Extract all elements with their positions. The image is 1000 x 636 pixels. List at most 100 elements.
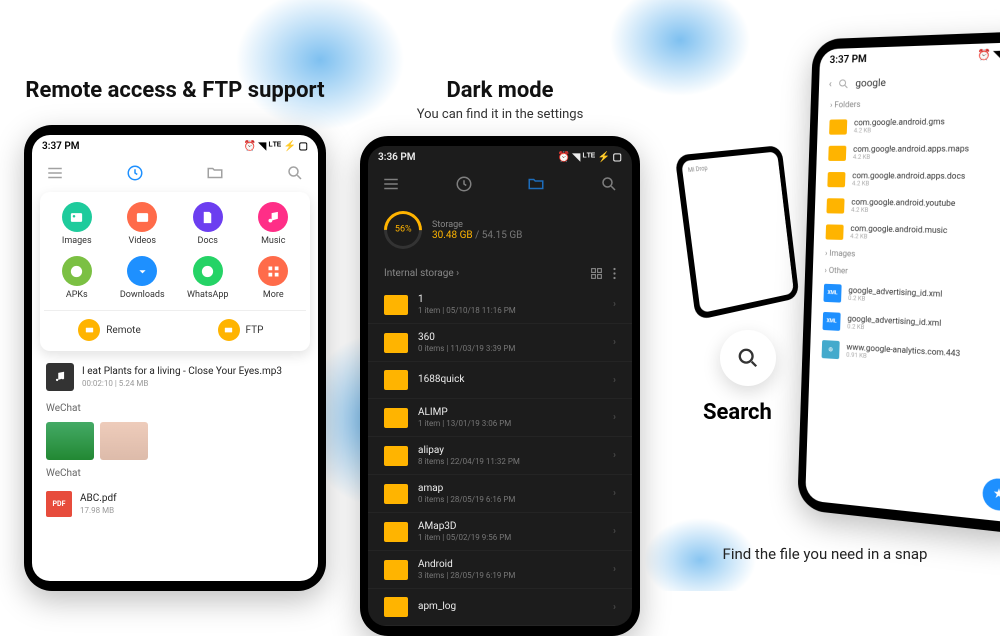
phone-frame-2: 3:36 PM ⏰ ◥ ᴸᵀᴱ ⚡ ▢ 56% Storage 30.48 GB…	[360, 136, 640, 636]
ftp-label: FTP	[246, 325, 264, 336]
folder-meta: 1 item | 05/10/18 11:16 PM	[418, 306, 516, 315]
recent-icon[interactable]	[455, 175, 473, 193]
category-images[interactable]: Images	[44, 202, 110, 246]
breadcrumb-row[interactable]: Internal storage ›	[368, 261, 632, 286]
folder-icon	[828, 145, 846, 160]
folder-row[interactable]: Android3 items | 28/05/19 6:19 PM›	[368, 551, 632, 589]
status-icons: ⏰ ◥ ᴸᵀᴱ ▢	[977, 48, 1000, 61]
chevron-right-icon: ›	[613, 526, 616, 537]
back-icon[interactable]: ‹	[829, 79, 832, 90]
result-row[interactable]: com.google.android.youtube4.2 KB	[820, 192, 1000, 222]
folder-meta: 0 items | 28/05/19 6:16 PM	[418, 495, 515, 504]
result-row[interactable]: com.google.android.apps.docs4.2 KB	[821, 166, 1000, 194]
chevron-right-icon: ›	[613, 450, 616, 461]
video-icon	[127, 202, 157, 232]
chevron-right-icon: ›	[613, 488, 616, 499]
folder-icon	[384, 484, 408, 504]
menu-icon[interactable]	[382, 175, 400, 193]
folder-meta: 1 item | 05/02/19 9:56 PM	[418, 533, 511, 542]
category-label: Music	[261, 236, 285, 246]
category-docs[interactable]: Docs	[175, 202, 241, 246]
folder-row[interactable]: AMap3D1 item | 05/02/19 9:56 PM ›	[368, 513, 632, 551]
menu-icon[interactable]	[46, 164, 64, 182]
status-time: 3:37 PM	[829, 54, 866, 66]
toolbar-dark	[368, 169, 632, 199]
file-name: I eat Plants for a living - Close Your E…	[82, 366, 282, 377]
category-downloads[interactable]: Downloads	[110, 256, 176, 300]
result-row[interactable]: com.google.android.gms4.2 KB	[823, 110, 1000, 139]
section-wechat-b: WeChat	[32, 464, 318, 483]
pdf-row[interactable]: PDF ABC.pdf 17.98 MB	[32, 483, 318, 525]
storage-label: Storage	[432, 220, 522, 230]
more-icon	[258, 256, 288, 286]
chevron-right-icon: ›	[613, 299, 616, 310]
category-label: More	[263, 290, 284, 300]
mini-phone: Mi Drop	[675, 145, 800, 320]
status-time: 3:36 PM	[378, 152, 416, 163]
ftp-button[interactable]: FTP	[175, 319, 306, 341]
search-query[interactable]: google	[855, 77, 886, 89]
clean-fab[interactable]	[982, 477, 1000, 512]
folder-row[interactable]: apm_log›	[368, 589, 632, 626]
folder-icon[interactable]	[206, 164, 224, 182]
folder-name: 1	[418, 294, 516, 305]
folder-icon	[829, 119, 847, 134]
grid-view-icon[interactable]	[590, 267, 603, 280]
folder-name: Android	[418, 559, 515, 570]
music-thumb	[46, 363, 74, 391]
folder-row[interactable]: amap0 items | 28/05/19 6:16 PM›	[368, 475, 632, 513]
status-time: 3:37 PM	[42, 141, 80, 152]
breadcrumb[interactable]: Internal storage ›	[384, 268, 459, 279]
folder-icon	[384, 408, 408, 428]
mini-label: Mi Drop	[688, 158, 774, 174]
more-icon[interactable]	[613, 267, 616, 280]
category-music[interactable]: Music	[241, 202, 307, 246]
image-thumb-2[interactable]	[100, 422, 148, 460]
image-icon	[62, 202, 92, 232]
search-icon[interactable]	[600, 175, 618, 193]
category-label: Images	[62, 236, 92, 246]
folder-icon	[384, 446, 408, 466]
image-thumb-1[interactable]	[46, 422, 94, 460]
category-more[interactable]: More	[241, 256, 307, 300]
search-icon[interactable]	[286, 164, 304, 182]
result-name: com.google.android.apps.maps	[853, 144, 969, 154]
crumb-actions[interactable]	[590, 267, 616, 280]
folder-row[interactable]: ALIMP1 item | 13/01/19 3:06 PM›	[368, 399, 632, 437]
folder-row[interactable]: alipay8 items | 22/04/19 11:32 PM ›	[368, 437, 632, 475]
storage-widget[interactable]: 56% Storage 30.48 GB / 54.15 GB	[368, 199, 632, 261]
panel3-caption: Find the file you need in a snap	[660, 545, 990, 563]
file-meta: 00:02:10 | 5.24 MB	[82, 379, 282, 388]
search-icon	[837, 78, 849, 90]
folder-row[interactable]: 3600 items | 11/03/19 3:39 PM›	[368, 324, 632, 362]
image-thumbs[interactable]	[32, 418, 318, 464]
toolbar	[32, 158, 318, 188]
folder-icon	[384, 370, 408, 390]
folder-row[interactable]: 11 item | 05/10/18 11:16 PM ›	[368, 286, 632, 324]
result-row[interactable]: com.google.android.apps.maps4.2 KB	[822, 138, 1000, 166]
category-label: WhatsApp	[187, 290, 228, 300]
search-bar[interactable]: ‹ google ⊘	[819, 66, 1000, 96]
file-row[interactable]: I eat Plants for a living - Close Your E…	[32, 355, 318, 399]
storage-values: 30.48 GB / 54.15 GB	[432, 230, 522, 241]
folder-icon[interactable]	[527, 175, 545, 193]
folder-row[interactable]: 1688quick›	[368, 362, 632, 399]
category-apks[interactable]: APKs	[44, 256, 110, 300]
folder-name: alipay	[418, 445, 520, 456]
folder-name: ALIMP	[418, 407, 511, 418]
result-meta: 4.2 KB	[852, 180, 965, 188]
panel2-subtitle: You can find it in the settings	[417, 107, 584, 122]
folder-name: AMap3D	[418, 521, 511, 532]
folder-meta: 8 items | 22/04/19 11:32 PM	[418, 457, 520, 466]
folder-meta: 0 items | 11/03/19 3:39 PM	[418, 344, 515, 353]
remote-icon	[78, 319, 100, 341]
category-whatsapp[interactable]: WhatsApp	[175, 256, 241, 300]
recent-icon[interactable]	[126, 164, 144, 182]
category-videos[interactable]: Videos	[110, 202, 176, 246]
category-label: Downloads	[120, 290, 165, 300]
folder-icon	[384, 597, 408, 617]
folder-name: 1688quick	[418, 374, 464, 385]
remote-button[interactable]: Remote	[44, 319, 175, 341]
download-icon	[127, 256, 157, 286]
result-meta: 4.2 KB	[854, 126, 945, 134]
